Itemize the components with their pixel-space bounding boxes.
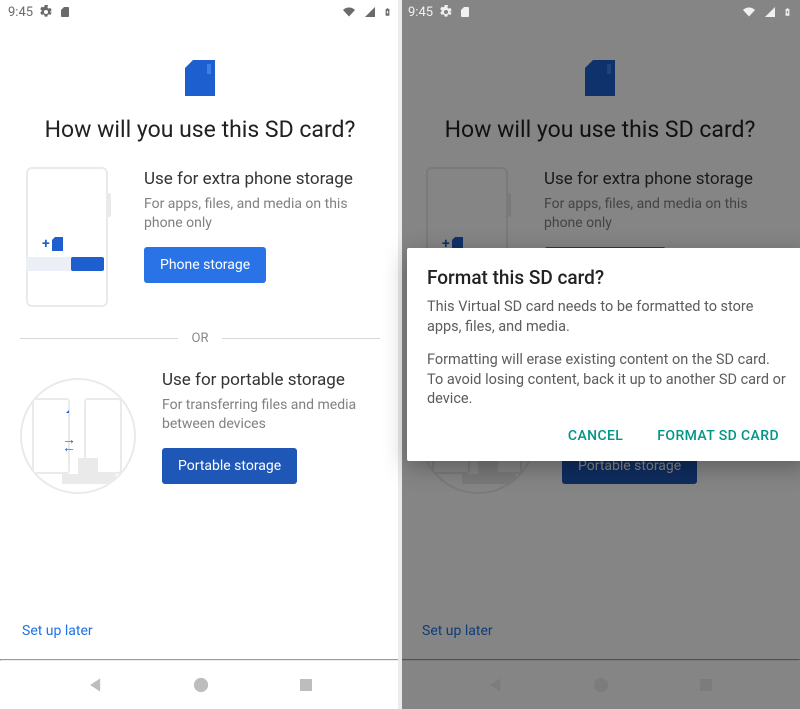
phone-storage-button[interactable]: Phone storage	[144, 247, 266, 283]
option-title: Use for portable storage	[162, 370, 380, 390]
sd-hero-icon	[185, 60, 215, 96]
status-bar: 9:45	[0, 0, 400, 24]
page-headline: How will you use this SD card?	[20, 116, 380, 143]
divider-or: OR	[20, 331, 380, 346]
option-phone-storage: + Use for extra phone storage For apps, …	[20, 159, 380, 327]
battery-icon	[783, 5, 792, 19]
sdcard-icon	[59, 5, 71, 19]
system-nav-bar	[0, 661, 400, 709]
status-time: 9:45	[8, 5, 33, 20]
battery-icon	[383, 5, 392, 19]
or-label: OR	[192, 331, 209, 346]
phone-screen-right: 9:45	[400, 0, 800, 709]
format-sdcard-dialog: Format this SD card? This Virtual SD car…	[407, 248, 800, 461]
setup-later-link[interactable]: Set up later	[20, 617, 380, 653]
wifi-icon	[341, 6, 357, 18]
option-title: Use for extra phone storage	[144, 169, 380, 189]
dialog-body: Formatting will erase existing content o…	[427, 350, 787, 409]
format-sdcard-button[interactable]: FORMAT SD CARD	[651, 427, 785, 445]
option-desc: For transferring files and media between…	[162, 396, 380, 434]
dialog-body: This Virtual SD card needs to be formatt…	[427, 297, 787, 336]
status-time: 9:45	[408, 5, 433, 20]
cell-signal-icon	[363, 6, 377, 18]
sdcard-icon	[459, 5, 471, 19]
dialog-title: Format this SD card?	[427, 266, 787, 289]
gear-icon	[39, 5, 53, 19]
option-desc: For apps, files, and media on this phone…	[144, 195, 380, 233]
nav-home-icon[interactable]	[191, 675, 211, 695]
phone-screen-left: 9:45	[0, 0, 400, 709]
setup-content: How will you use this SD card? + Use for…	[0, 24, 400, 659]
cell-signal-icon	[763, 6, 777, 18]
wifi-icon	[741, 6, 757, 18]
nav-recent-icon[interactable]	[297, 676, 315, 694]
cancel-button[interactable]: CANCEL	[562, 427, 629, 445]
illustration-portable-storage: →←	[20, 368, 140, 498]
option-portable-storage: →← Use for portable storage For transfer…	[20, 360, 380, 518]
gear-icon	[439, 5, 453, 19]
status-bar: 9:45	[400, 0, 800, 24]
illustration-phone-storage: +	[20, 167, 122, 307]
portable-storage-button[interactable]: Portable storage	[162, 448, 297, 484]
nav-back-icon[interactable]	[86, 675, 106, 695]
